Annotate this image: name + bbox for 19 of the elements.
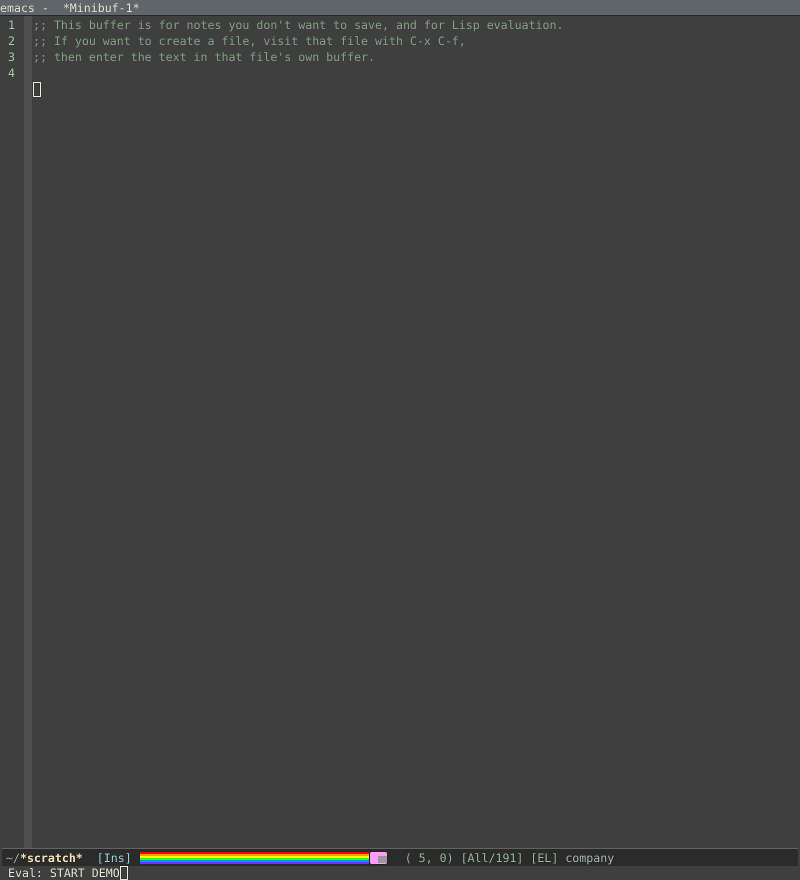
line-number: 2 <box>7 33 16 49</box>
state-label: [Ins] <box>96 850 132 866</box>
minibuffer-input[interactable]: START DEMO <box>50 865 120 880</box>
comment-line: ;; This buffer is for notes you don't want to save, and for Lisp evaluation. <box>33 18 564 32</box>
buffer-extent: [All/191] <box>460 850 524 866</box>
major-mode: [EL] <box>530 850 558 866</box>
text-cursor <box>120 866 128 880</box>
minibuffer-prompt: Eval: <box>8 865 44 880</box>
minor-mode: company <box>565 850 614 866</box>
comment-line: ;; then enter the text in that file's own buffer. <box>33 50 376 64</box>
line-number: 3 <box>7 49 16 65</box>
line-number: 1 <box>7 17 16 33</box>
window-title: emacs - *Minibuf-1* <box>0 1 140 15</box>
buffer-name: *scratch* <box>20 850 83 866</box>
text-cursor <box>33 82 41 96</box>
comment-line: ;; If you want to create a file, visit that file with C-x C-f, <box>33 34 466 48</box>
directory-label: ~/ <box>6 850 20 866</box>
line-number: 4 <box>7 65 16 81</box>
cursor-position: ( 5, 0) <box>404 850 454 866</box>
